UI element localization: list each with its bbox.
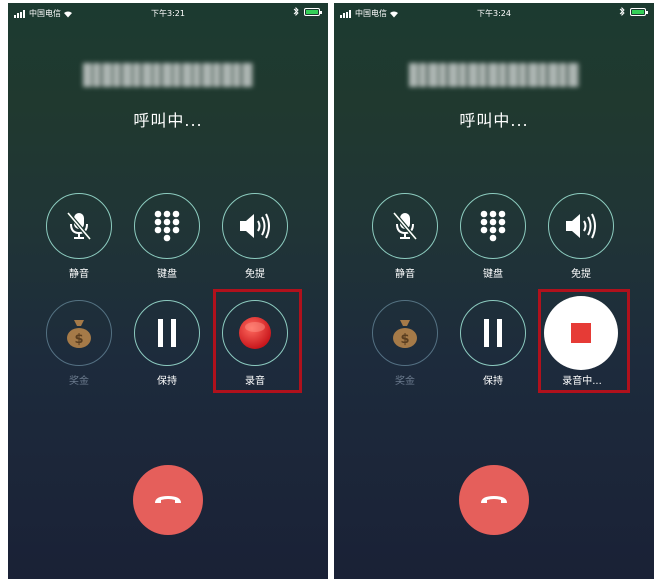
call-screen-right: 中国电信 下午3:24 呼叫中... 静音 键盘 免提 $ 奖金 保持 录音中.… bbox=[334, 3, 654, 579]
comparison-stage: 中国电信 下午3:21 呼叫中... 静音 键盘 免提 $ 奖金 保持 录音 中… bbox=[0, 0, 660, 583]
speaker-icon bbox=[566, 213, 596, 239]
keypad-icon bbox=[154, 210, 180, 242]
speaker-button[interactable] bbox=[548, 193, 614, 259]
record-highlight-box bbox=[213, 289, 302, 393]
bluetooth-icon bbox=[619, 7, 625, 16]
money-bag-icon: $ bbox=[393, 320, 417, 348]
speaker-label: 免提 bbox=[245, 269, 265, 280]
call-status: 呼叫中... bbox=[133, 111, 203, 130]
hold-button[interactable] bbox=[134, 300, 200, 366]
keypad-label: 键盘 bbox=[157, 269, 177, 280]
phone-hangup-icon bbox=[155, 496, 181, 503]
record-highlight-box bbox=[538, 289, 630, 393]
battery-icon bbox=[630, 7, 648, 16]
money-bag-icon: $ bbox=[67, 320, 91, 348]
speaker-label: 免提 bbox=[571, 269, 591, 280]
hold-button[interactable] bbox=[460, 300, 526, 366]
battery-icon bbox=[304, 7, 322, 16]
money-button[interactable]: $ bbox=[372, 300, 438, 366]
mute-label: 静音 bbox=[395, 269, 415, 280]
clock: 下午3:21 bbox=[151, 9, 185, 18]
keypad-button[interactable] bbox=[460, 193, 526, 259]
call-status: 呼叫中... bbox=[459, 111, 529, 130]
mic-muted-icon bbox=[66, 211, 92, 241]
money-button[interactable]: $ bbox=[46, 300, 112, 366]
speaker-button[interactable] bbox=[222, 193, 288, 259]
status-bar: 中国电信 下午3:21 bbox=[8, 3, 328, 23]
hold-label: 保持 bbox=[157, 376, 177, 387]
keypad-icon bbox=[480, 210, 506, 242]
pause-icon bbox=[484, 319, 502, 347]
end-call-button[interactable] bbox=[133, 465, 203, 535]
money-label: 奖金 bbox=[395, 376, 415, 387]
status-bar: 中国电信 下午3:24 bbox=[334, 3, 654, 23]
mute-button[interactable] bbox=[46, 193, 112, 259]
caller-number-blurred bbox=[83, 63, 253, 87]
svg-text:$: $ bbox=[400, 332, 409, 347]
caller-number-blurred bbox=[409, 63, 579, 87]
mic-muted-icon bbox=[392, 211, 418, 241]
keypad-button[interactable] bbox=[134, 193, 200, 259]
hold-label: 保持 bbox=[483, 376, 503, 387]
svg-text:$: $ bbox=[74, 332, 83, 347]
bluetooth-icon bbox=[293, 7, 299, 16]
call-screen-left: 中国电信 下午3:21 呼叫中... 静音 键盘 免提 $ 奖金 保持 录音 bbox=[8, 3, 328, 579]
phone-hangup-icon bbox=[481, 496, 507, 503]
clock: 下午3:24 bbox=[477, 9, 511, 18]
mute-label: 静音 bbox=[69, 269, 89, 280]
money-label: 奖金 bbox=[69, 376, 89, 387]
mute-button[interactable] bbox=[372, 193, 438, 259]
end-call-button[interactable] bbox=[459, 465, 529, 535]
keypad-label: 键盘 bbox=[483, 269, 503, 280]
pause-icon bbox=[158, 319, 176, 347]
speaker-icon bbox=[240, 213, 270, 239]
